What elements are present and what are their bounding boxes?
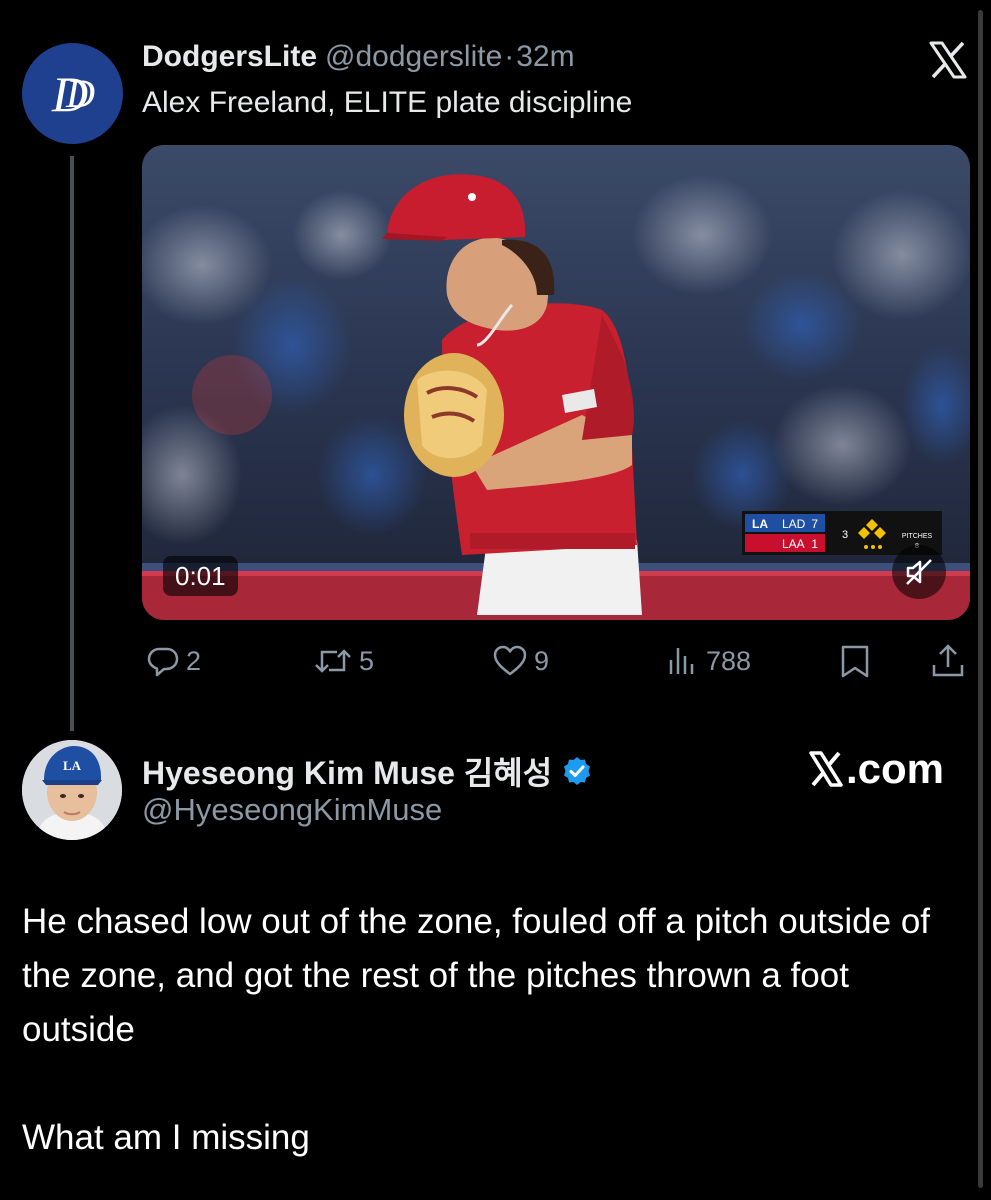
scorebug-score2: 1	[811, 537, 818, 551]
video-frame: LA LAD 7 LAA 1 3 PITCHES 8	[142, 145, 970, 620]
bookmark-action[interactable]	[838, 640, 872, 682]
views-chart-icon	[669, 648, 694, 674]
like-action[interactable]: 9	[492, 640, 549, 682]
like-count: 9	[534, 645, 550, 676]
share-action[interactable]	[930, 640, 966, 682]
x-brand-icon	[809, 751, 843, 787]
x-com-watermark: .com	[808, 745, 944, 793]
avatar-logo-letters-2: D	[66, 71, 95, 116]
repost-icon	[315, 649, 351, 673]
reply-handle[interactable]: @HyeseongKimMuse	[142, 792, 442, 828]
scorebug-score1: 7	[811, 517, 818, 531]
muted-speaker-icon	[906, 559, 932, 585]
x-com-label: .com	[846, 745, 945, 792]
reply-action[interactable]: 2	[146, 640, 201, 682]
scorebug-pitches-label: PITCHES	[902, 533, 933, 540]
scorebug-inning: 3	[842, 529, 848, 541]
tweet-text: Alex Freeland, ELITE plate discipline	[142, 86, 633, 119]
x-logo-icon	[928, 40, 968, 80]
hyeseong-avatar[interactable]: LA	[22, 740, 122, 840]
reply-display-name[interactable]: Hyeseong Kim Muse 김혜성	[142, 748, 552, 794]
reply-count: 2	[186, 645, 202, 676]
reply-author-name-row: Hyeseong Kim Muse 김혜성	[142, 748, 592, 794]
display-name[interactable]: DodgersLite	[142, 40, 317, 73]
reply-icon	[147, 647, 179, 677]
mute-toggle-button[interactable]	[892, 545, 946, 599]
heart-icon	[493, 645, 527, 676]
dodgerslite-avatar[interactable]: D D	[22, 43, 123, 144]
quoted-tweet-header: DodgersLite @dodgerslite·32m	[142, 40, 575, 74]
video-duration: 0:01	[163, 556, 238, 596]
scorebug-team2: LAA	[782, 537, 805, 551]
video-player[interactable]: LA LAD 7 LAA 1 3 PITCHES 8	[142, 145, 970, 620]
view-count: 788	[706, 645, 752, 676]
views-action[interactable]: 788	[666, 640, 751, 682]
profile-photo: LA	[22, 740, 122, 840]
reply-paragraph-1: He chased low out of the zone, fouled of…	[22, 902, 931, 1049]
svg-text:LA: LA	[63, 758, 82, 773]
reply-paragraph-2: What am I missing	[22, 1118, 310, 1157]
repost-action[interactable]: 5	[313, 640, 374, 682]
svg-text:LA: LA	[752, 517, 768, 531]
verified-badge-icon	[564, 757, 591, 785]
handle[interactable]: @dodgerslite	[325, 40, 502, 73]
repost-count: 5	[359, 645, 375, 676]
share-icon	[932, 644, 964, 677]
thread-connector-line	[70, 156, 74, 731]
scorebug-team1: LAD	[782, 517, 806, 531]
bookmark-icon	[841, 645, 869, 678]
separator-dot: ·	[504, 40, 515, 73]
scrollbar[interactable]	[978, 10, 983, 1188]
reply-body: He chased low out of the zone, fouled of…	[22, 895, 952, 1165]
timestamp[interactable]: 32m	[516, 40, 574, 73]
